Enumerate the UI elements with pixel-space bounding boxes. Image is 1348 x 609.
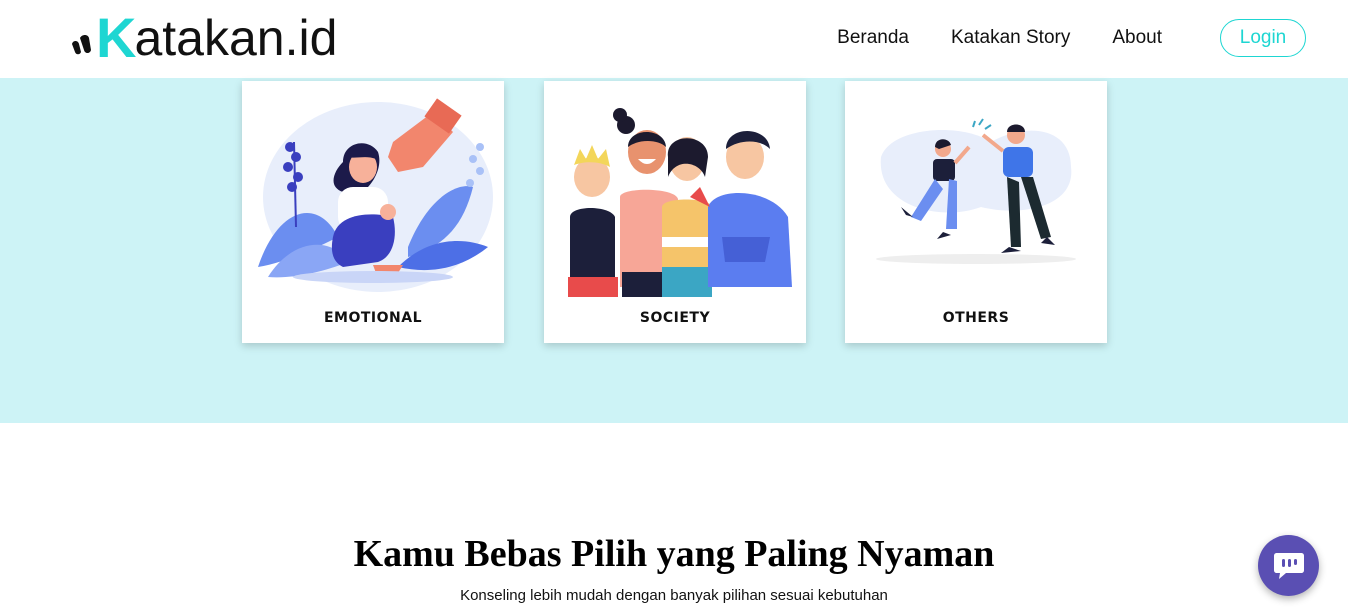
category-label-emotional: EMOTIONAL (323, 310, 423, 326)
category-label-others: OTHERS (942, 310, 1010, 326)
sad-woman-illustration-icon (258, 98, 493, 292)
category-card-others[interactable]: OTHERS (845, 81, 1107, 343)
logo-mark-icon (72, 35, 91, 55)
nav-katakan-story[interactable]: Katakan Story (951, 27, 1070, 49)
nav-about[interactable]: About (1112, 27, 1162, 49)
chat-button[interactable] (1258, 535, 1319, 596)
logo-wordmark: atakan.id (134, 10, 338, 66)
category-card-society[interactable]: SOCIETY (544, 81, 806, 343)
group-of-friends-illustration-icon (568, 108, 792, 297)
nav-beranda[interactable]: Beranda (837, 27, 909, 49)
site-logo[interactable]: K atakan.id (70, 10, 337, 66)
logo-letter: K (96, 6, 136, 69)
login-button[interactable]: Login (1220, 19, 1306, 57)
high-five-illustration-icon (876, 118, 1076, 264)
category-label-society: SOCIETY (639, 310, 711, 326)
main-nav: Beranda Katakan Story About Login (795, 19, 1306, 57)
category-card-emotional[interactable]: EMOTIONAL (242, 81, 504, 343)
site-header: K atakan.id Beranda Katakan Story About … (0, 0, 1348, 78)
chat-bubble-icon (1273, 552, 1304, 579)
category-band: EMOTIONAL SOCIETY OTHERS (0, 78, 1348, 423)
section-title: Kamu Bebas Pilih yang Paling Nyaman (353, 533, 995, 575)
section-subtitle: Konseling lebih mudah dengan banyak pili… (460, 587, 888, 604)
